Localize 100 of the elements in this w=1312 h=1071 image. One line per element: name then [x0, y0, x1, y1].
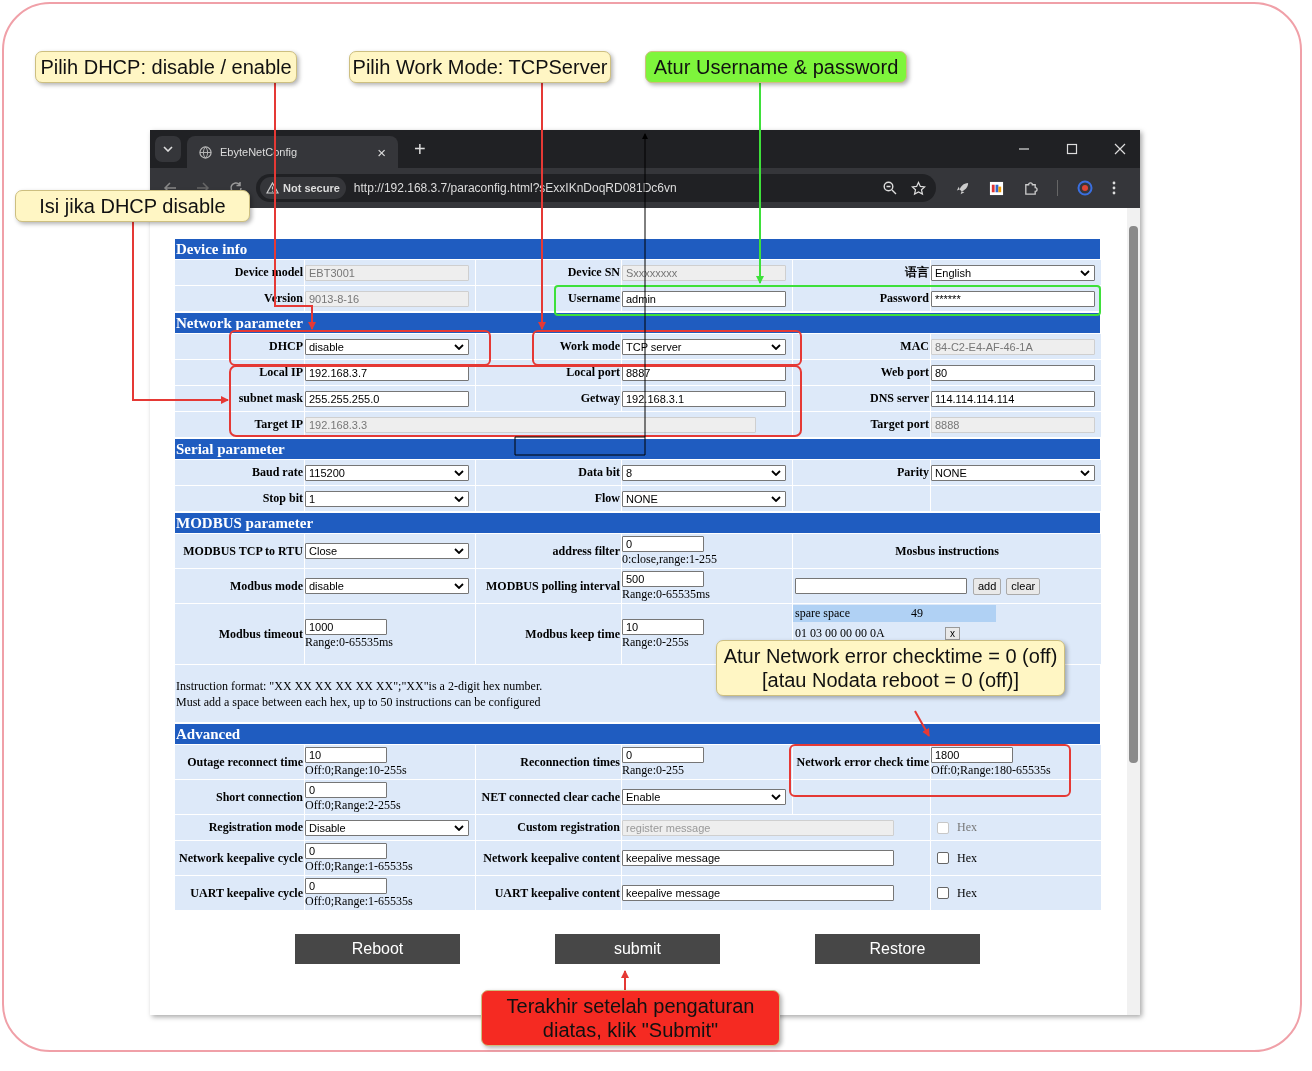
text-field[interactable]: register message	[622, 819, 894, 836]
column-heading: Mosbus instructions	[895, 543, 999, 559]
dropdown[interactable]: Close	[305, 543, 469, 559]
text-field[interactable]: 255.255.255.0	[305, 390, 469, 407]
text-field[interactable]: 84-C2-E4-AF-46-1A	[931, 338, 1095, 355]
text-field[interactable]: 0	[305, 878, 387, 894]
text-field[interactable]: 1800	[931, 747, 1013, 763]
extension-logo-icon[interactable]	[989, 180, 1004, 196]
field-label: Network error check time	[796, 754, 929, 770]
field-label: Outage reconnect time	[187, 754, 303, 770]
range-hint: Off:0;Range:2-255s	[305, 798, 401, 812]
dropdown[interactable]: NONE	[931, 464, 1095, 481]
field-label: DNS server	[870, 391, 929, 406]
rocket-icon[interactable]	[955, 180, 970, 196]
dropdown[interactable]: Enable	[622, 789, 786, 805]
chevron-icon	[454, 548, 464, 554]
field-label: subnet mask	[238, 391, 303, 406]
tab-list-button[interactable]	[155, 136, 181, 162]
field-label: MODBUS TCP to RTU	[183, 543, 303, 559]
text-field[interactable]: admin	[622, 290, 786, 307]
field-label: Device SN	[567, 265, 620, 280]
field-label: Parity	[897, 465, 929, 480]
dropdown[interactable]: 8	[622, 464, 786, 481]
instruction-note: Must add a space between each hex, up to 50 instructions can be configured	[176, 694, 541, 710]
dropdown[interactable]: TCP server	[622, 338, 786, 355]
text-field[interactable]: 0	[622, 747, 704, 763]
field-label: NET connected clear cache	[481, 789, 620, 805]
dropdown[interactable]: 1	[305, 490, 469, 507]
dropdown[interactable]: disable	[305, 578, 469, 594]
text-field[interactable]: 9013-8-16	[305, 290, 469, 307]
action-button[interactable]: Restore	[815, 934, 980, 964]
section-header: Advanced	[175, 724, 1100, 744]
text-field[interactable]: 192.168.3.3	[305, 416, 756, 433]
text-field[interactable]: 80	[931, 364, 1095, 381]
remove-button[interactable]: x	[945, 626, 960, 640]
callout-text: Atur Network error checktime = 0 (off)	[723, 644, 1058, 668]
field-label: UART keepalive content	[494, 885, 620, 901]
text-field[interactable]: 500	[622, 571, 704, 587]
field-label: Local port	[566, 365, 620, 380]
small-button[interactable]: clear	[1006, 577, 1041, 595]
dropdown[interactable]: disable	[305, 338, 469, 355]
text-field[interactable]: 10	[622, 619, 704, 635]
text-field[interactable]: 114.114.114.114	[931, 390, 1095, 407]
field-label: Web port	[880, 365, 929, 380]
callout-text: Pilih Work Mode: TCPServer	[352, 55, 608, 79]
chevron-icon	[454, 469, 464, 476]
new-tab-button[interactable]: +	[414, 137, 426, 161]
small-button[interactable]: add	[973, 577, 1002, 595]
text-field[interactable]: keepalive message	[622, 885, 894, 901]
text-field[interactable]: ******	[931, 290, 1095, 307]
tab-close-button[interactable]: ×	[377, 143, 386, 161]
menu-icon[interactable]	[1112, 181, 1116, 195]
chevron-icon	[454, 343, 464, 350]
text-field[interactable]: 1000	[305, 619, 387, 635]
callout-text: Terakhir setelah pengaturan	[506, 994, 755, 1018]
profile-icon[interactable]	[1077, 180, 1093, 196]
zoom-icon[interactable]	[883, 181, 897, 195]
range-hint: 0:close,range:1-255	[622, 552, 717, 566]
text-field[interactable]: EBT3001	[305, 264, 469, 281]
text-field[interactable]: 192.168.3.1	[622, 390, 786, 407]
chevron-icon	[454, 583, 464, 589]
star-icon[interactable]	[911, 180, 926, 196]
checkbox-label: Hex	[957, 850, 977, 866]
chevron-icon	[771, 343, 781, 350]
text-field[interactable]: 0	[622, 536, 704, 552]
field-label: MODBUS polling interval	[486, 578, 620, 594]
dropdown[interactable]: Disable	[305, 819, 469, 836]
field-label: Target port	[870, 417, 929, 432]
puzzle-icon[interactable]	[1023, 180, 1038, 196]
checkbox[interactable]	[937, 887, 949, 899]
dropdown[interactable]: 115200	[305, 464, 469, 481]
instruction-field[interactable]	[795, 578, 967, 594]
range-hint: Off:0;Range:1-65535s	[305, 894, 413, 908]
globe-icon	[199, 145, 212, 159]
text-field[interactable]: 10	[305, 747, 387, 763]
range-hint: Off:0;Range:1-65535s	[305, 859, 413, 873]
action-button[interactable]: Reboot	[295, 934, 460, 964]
range-hint: Range:0-255s	[622, 635, 689, 649]
section-header: Device info	[175, 239, 1100, 259]
dropdown[interactable]: English	[931, 264, 1095, 281]
field-label: Username	[568, 291, 620, 306]
text-field[interactable]: 0	[305, 843, 387, 859]
instruction-note: Instruction format: "XX XX XX XX XX XX";"XX"is a 2-digit hex number.	[176, 678, 543, 694]
callout-text: Pilih DHCP: disable / enable	[40, 55, 292, 79]
security-chip[interactable]: Not secure	[260, 177, 346, 199]
chevron-icon	[454, 495, 464, 502]
text-field[interactable]: 8888	[931, 416, 1095, 433]
maximize-icon[interactable]	[1066, 143, 1078, 155]
text-field[interactable]: 0	[305, 782, 387, 798]
scrollbar[interactable]	[1127, 208, 1140, 1015]
field-label: Short connection	[216, 789, 303, 805]
checkbox[interactable]	[937, 852, 949, 864]
range-hint: Off:0;Range:10-255s	[305, 763, 407, 777]
close-icon[interactable]	[1114, 143, 1126, 155]
action-button[interactable]: submit	[555, 934, 720, 964]
text-field[interactable]: keepalive message	[622, 850, 894, 866]
field-label: Reconnection times	[520, 754, 620, 770]
dropdown[interactable]: NONE	[622, 490, 786, 507]
field-label: Network keepalive content	[483, 850, 620, 866]
field-label: Target IP	[254, 417, 303, 432]
